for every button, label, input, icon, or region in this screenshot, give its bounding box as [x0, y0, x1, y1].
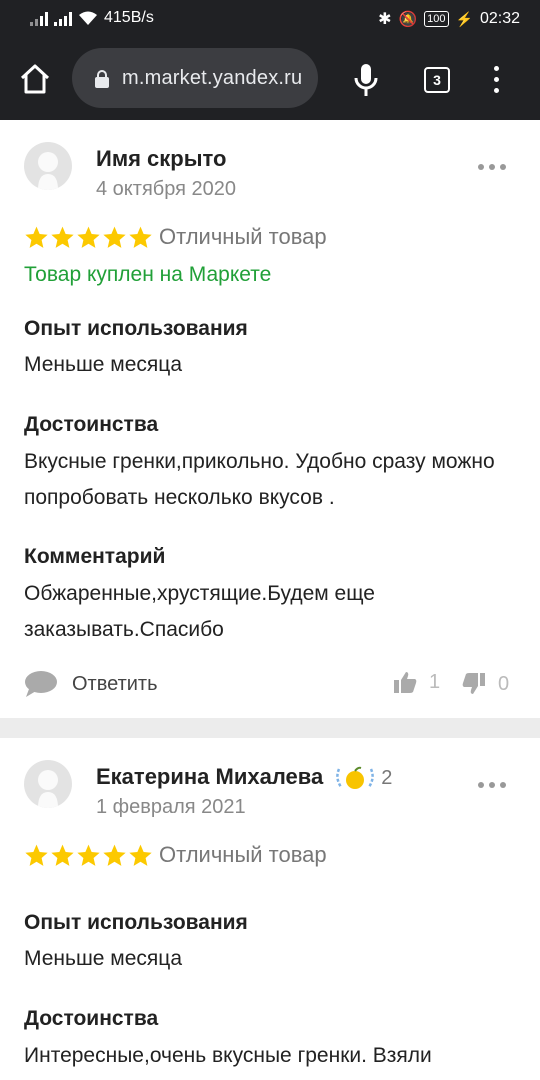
more-menu-icon[interactable] — [492, 66, 500, 94]
star-icon — [25, 844, 48, 866]
section-text: Интересные,очень вкусные гренки. Взяли — [24, 1044, 432, 1067]
avatar — [24, 760, 72, 808]
reply-label[interactable]: Ответить — [72, 673, 158, 696]
bluetooth-icon: ✱ — [378, 11, 392, 28]
url-text[interactable]: m.market.yandex.ru — [122, 67, 302, 90]
battery-icon: 100 — [424, 11, 449, 27]
avatar — [24, 142, 72, 190]
user-silhouette-icon — [38, 770, 58, 808]
golden-apple-badge-icon — [336, 767, 375, 790]
browser-toolbar: m.market.yandex.ru 3 — [0, 38, 540, 120]
address-bar[interactable]: m.market.yandex.ru — [72, 48, 318, 108]
like-count: 1 — [429, 670, 441, 693]
rating-stars — [24, 843, 153, 868]
expert-badge: 2 — [333, 765, 392, 791]
section-text: Меньше месяца — [24, 353, 183, 376]
section-title: Комментарий — [24, 545, 166, 568]
star-icon — [129, 844, 152, 866]
lock-icon — [95, 70, 109, 88]
star-icon — [25, 226, 48, 248]
review-author[interactable]: Екатерина Михалева — [96, 764, 323, 789]
section-title: Опыт использования — [24, 911, 248, 934]
network-speed: 415B/s — [104, 9, 154, 26]
review-divider — [0, 718, 540, 738]
comment-icon — [25, 671, 57, 697]
section-text: Меньше месяца — [24, 947, 183, 970]
charging-icon: ⚡ — [455, 10, 473, 27]
section-title: Достоинства — [24, 1007, 159, 1030]
section-text: Вкусные гренки,прикольно. Удобно сразу м… — [24, 450, 495, 509]
star-icon — [103, 226, 126, 248]
more-options-icon[interactable] — [478, 782, 506, 790]
star-icon — [51, 226, 74, 248]
review-card: Екатерина Михалева 2 1 февраля 2021 Отли… — [0, 738, 540, 1080]
rating: Отличный товар — [24, 842, 327, 868]
review-date: 4 октября 2020 — [96, 178, 236, 200]
like-button[interactable]: 1 — [393, 670, 440, 694]
dislike-button[interactable]: 0 — [462, 672, 509, 696]
review-date: 1 февраля 2021 — [96, 796, 246, 818]
reply-button[interactable]: Ответить — [24, 670, 158, 698]
star-icon — [77, 844, 100, 866]
star-icon — [77, 226, 100, 248]
review-author-row: Екатерина Михалева 2 — [96, 764, 392, 791]
tab-switcher-button[interactable]: 3 — [424, 67, 450, 93]
signal-icon — [30, 10, 48, 26]
review-author[interactable]: Имя скрыто — [96, 146, 226, 172]
thumbs-up-icon — [394, 672, 417, 693]
star-icon — [103, 844, 126, 866]
clock: 02:32 — [479, 10, 520, 27]
section-title: Опыт использования — [24, 317, 248, 340]
wifi-icon — [79, 11, 97, 25]
badge-count: 2 — [381, 766, 393, 789]
bought-on-market-label: Товар куплен на Маркете — [24, 263, 272, 286]
microphone-icon[interactable] — [352, 62, 380, 98]
dislike-count: 0 — [498, 672, 510, 695]
review-card: Имя скрыто 4 октября 2020 Отличный товар… — [0, 120, 540, 718]
section-title: Достоинства — [24, 413, 159, 436]
section-text: Обжаренные,хрустящие.Будем еще заказыват… — [24, 582, 375, 641]
rating-text: Отличный товар — [159, 224, 327, 249]
rating: Отличный товар — [24, 224, 327, 250]
rating-text: Отличный товар — [159, 842, 327, 867]
star-icon — [51, 844, 74, 866]
user-silhouette-icon — [38, 152, 58, 190]
thumbs-down-icon — [462, 673, 485, 694]
signal-icon-2 — [54, 10, 72, 26]
rating-stars — [24, 225, 153, 250]
status-bar: 415B/s ✱ 🔕 100 ⚡ 02:32 — [0, 0, 540, 38]
more-options-icon[interactable] — [478, 164, 506, 172]
mute-icon: 🔕 — [398, 11, 418, 28]
star-icon — [129, 226, 152, 248]
home-icon[interactable] — [18, 62, 52, 96]
